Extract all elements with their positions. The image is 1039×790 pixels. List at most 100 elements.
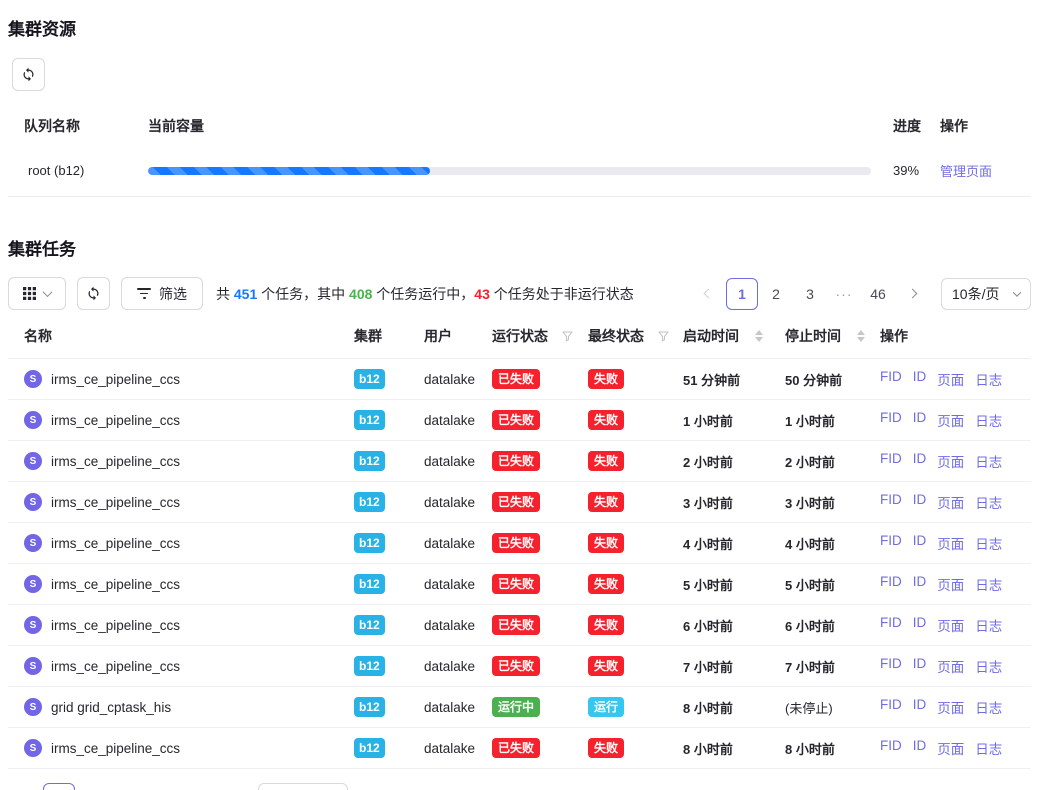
final-status-badge: 运行 [588,697,624,717]
pagination-ellipsis[interactable]: ··· [828,278,860,310]
action-link-日志[interactable]: 日志 [975,410,1002,430]
action-link-fid[interactable]: FID [880,574,902,594]
col-cluster: 集群 [354,326,424,346]
avatar: S [24,411,42,429]
col-stop-time: 停止时间 [785,326,880,346]
filter-funnel-icon[interactable] [561,330,574,343]
page-size-select[interactable]: 10条/页 [941,278,1031,310]
action-link-id[interactable]: ID [913,533,927,553]
page-size-select[interactable]: 10条/页 [258,783,348,790]
pagination-page-2[interactable]: 2 [760,278,792,310]
action-link-日志[interactable]: 日志 [975,492,1002,512]
action-link-fid[interactable]: FID [880,451,902,471]
tasks-table-header: 名称 集群 用户 运行状态 最终状态 启动时间 停止时间 操作 [8,310,1031,359]
pagination-page-3[interactable]: 3 [794,278,826,310]
action-link-id[interactable]: ID [913,369,927,389]
action-link-页面[interactable]: 页面 [937,697,964,717]
sort-start-time-button[interactable] [755,330,763,342]
user-name: datalake [424,372,492,387]
manage-page-link[interactable]: 管理页面 [940,164,992,179]
table-row: S irms_ce_pipeline_ccs b12 datalake 已失败 … [8,646,1031,687]
action-link-id[interactable]: ID [913,656,927,676]
sort-stop-time-button[interactable] [857,330,865,342]
pagination-prev-button[interactable] [9,783,41,790]
start-time: 6 小时前 [683,616,785,635]
pagination-next-button[interactable] [896,278,928,310]
stop-time: 6 小时前 [785,616,880,635]
action-link-fid[interactable]: FID [880,615,902,635]
avatar: S [24,575,42,593]
action-link-id[interactable]: ID [913,410,927,430]
start-time: 4 小时前 [683,534,785,553]
pagination-page-3[interactable]: 3 [111,783,143,790]
pagination-page-2[interactable]: 2 [77,783,109,790]
action-link-日志[interactable]: 日志 [975,697,1002,717]
action-link-日志[interactable]: 日志 [975,656,1002,676]
action-link-fid[interactable]: FID [880,492,902,512]
action-link-id[interactable]: ID [913,492,927,512]
section-title-cluster-resources: 集群资源 [8,0,1031,40]
action-link-fid[interactable]: FID [880,369,902,389]
action-link-日志[interactable]: 日志 [975,738,1002,758]
action-link-日志[interactable]: 日志 [975,533,1002,553]
action-link-fid[interactable]: FID [880,697,902,717]
view-switch-button[interactable] [8,277,66,310]
action-link-fid[interactable]: FID [880,738,902,758]
total-tasks-count: 451 [234,286,257,302]
table-row: S irms_ce_pipeline_ccs b12 datalake 已失败 … [8,605,1031,646]
action-link-fid[interactable]: FID [880,656,902,676]
row-actions: FID ID 页面日志 [880,369,1015,389]
action-link-页面[interactable]: 页面 [937,451,964,471]
action-link-页面[interactable]: 页面 [937,656,964,676]
start-time: 8 小时前 [683,698,785,717]
start-time: 5 小时前 [683,575,785,594]
action-link-页面[interactable]: 页面 [937,615,964,635]
filter-button[interactable]: 筛选 [121,277,203,310]
row-actions: FID ID 页面日志 [880,533,1015,553]
tasks-toolbar: 筛选 共 451 个任务，其中 408 个任务运行中，43 个任务处于非运行状态… [8,277,1031,310]
tasks-table-body: S irms_ce_pipeline_ccs b12 datalake 已失败 … [8,359,1031,769]
row-actions: FID ID 页面日志 [880,697,1015,717]
start-time: 2 小时前 [683,452,785,471]
summary-text: 个任务运行中， [372,286,474,302]
action-link-日志[interactable]: 日志 [975,615,1002,635]
col-final-status: 最终状态 [588,326,683,346]
filter-funnel-icon[interactable] [657,330,670,343]
pagination-page-1[interactable]: 1 [43,783,75,790]
action-link-id[interactable]: ID [913,574,927,594]
pagination-page-46[interactable]: 46 [862,278,894,310]
action-link-日志[interactable]: 日志 [975,574,1002,594]
pagination-next-button[interactable] [213,783,245,790]
refresh-icon [21,67,36,82]
cluster-badge: b12 [354,451,385,471]
action-link-日志[interactable]: 日志 [975,369,1002,389]
user-name: datalake [424,413,492,428]
action-link-fid[interactable]: FID [880,533,902,553]
not-running-tasks-count: 43 [474,286,490,302]
action-link-页面[interactable]: 页面 [937,410,964,430]
action-link-id[interactable]: ID [913,738,927,758]
refresh-tasks-button[interactable] [77,277,110,310]
action-link-id[interactable]: ID [913,451,927,471]
pagination-prev-button[interactable] [692,278,724,310]
pagination-page-46[interactable]: 46 [179,783,211,790]
action-link-页面[interactable]: 页面 [937,738,964,758]
final-status-badge: 失败 [588,410,624,430]
action-link-日志[interactable]: 日志 [975,451,1002,471]
action-link-fid[interactable]: FID [880,410,902,430]
col-final-status-label: 最终状态 [588,326,644,346]
action-link-id[interactable]: ID [913,697,927,717]
action-link-页面[interactable]: 页面 [937,533,964,553]
grid-view-icon [23,287,36,300]
refresh-resources-button[interactable] [12,58,45,91]
run-status-badge: 已失败 [492,574,540,594]
action-link-页面[interactable]: 页面 [937,369,964,389]
avatar: S [24,493,42,511]
table-row: S irms_ce_pipeline_ccs b12 datalake 已失败 … [8,728,1031,769]
pagination-page-1[interactable]: 1 [726,278,758,310]
user-name: datalake [424,700,492,715]
pagination-ellipsis[interactable]: ··· [145,783,177,790]
action-link-页面[interactable]: 页面 [937,492,964,512]
action-link-id[interactable]: ID [913,615,927,635]
action-link-页面[interactable]: 页面 [937,574,964,594]
